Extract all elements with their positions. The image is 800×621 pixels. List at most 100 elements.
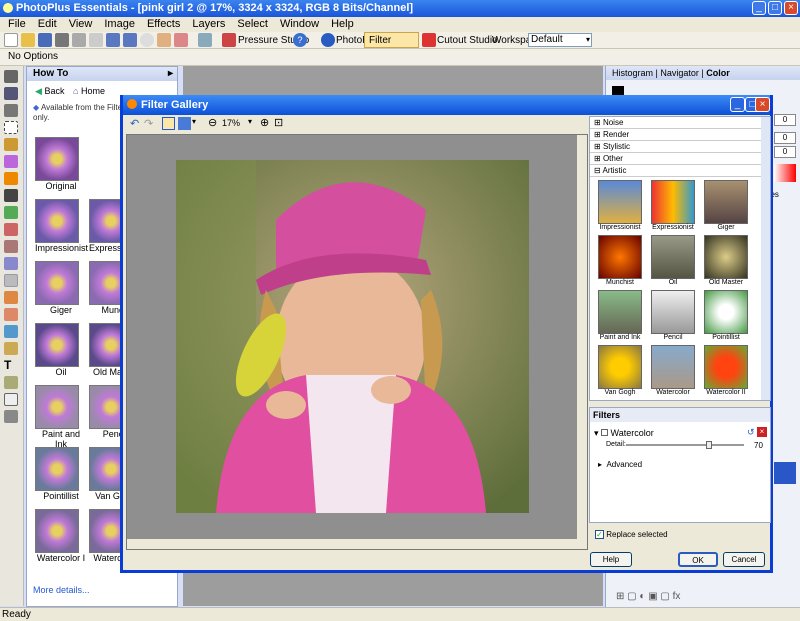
category-render[interactable]: ⊞ Render [590, 129, 770, 141]
detail-slider-thumb[interactable] [705, 441, 712, 449]
filter-thumb-old-master[interactable]: Old Master [700, 235, 752, 286]
new-icon[interactable] [4, 33, 18, 47]
filter-gallery-button[interactable]: Filter Gallery [364, 32, 419, 61]
howto-thumb[interactable]: Giger [35, 261, 87, 315]
photofix-icon[interactable] [321, 33, 335, 47]
replace-selected-checkbox[interactable]: ✓ Replace selected [595, 530, 668, 539]
save-icon[interactable] [38, 33, 52, 47]
magic-wand-icon[interactable] [4, 155, 18, 168]
eraser-icon[interactable] [174, 33, 188, 47]
howto-thumb[interactable]: Paint and Ink [35, 385, 87, 449]
rectangle-tool-icon[interactable] [4, 393, 18, 406]
help-icon[interactable]: ? [293, 33, 307, 47]
zoom-fit-icon[interactable]: ⊡ [274, 116, 283, 129]
howto-thumb[interactable]: Original [35, 137, 87, 191]
hand-icon[interactable] [157, 33, 171, 47]
cutout-icon[interactable] [422, 33, 436, 47]
zoom-level[interactable]: 17% [222, 118, 240, 128]
brush-tool-icon[interactable] [4, 172, 18, 185]
filter-list-scrollbar[interactable] [761, 117, 770, 400]
fill-tool-icon[interactable] [4, 308, 18, 321]
panel-arrow-icon[interactable]: ▸ [168, 67, 173, 81]
blur-tool-icon[interactable] [4, 257, 18, 270]
clone-tool-icon[interactable] [4, 206, 18, 219]
crop-tool-icon[interactable] [4, 87, 18, 100]
filter-thumb-watercolor[interactable]: Watercolor [647, 345, 699, 396]
layer-selected[interactable] [774, 462, 796, 484]
transform-tool-icon[interactable] [4, 104, 18, 117]
pressure-icon[interactable] [222, 33, 236, 47]
category-artistic[interactable]: ⊟ Artistic [590, 165, 770, 177]
smudge-tool-icon[interactable] [4, 291, 18, 304]
color-value-b[interactable]: 0 [774, 146, 796, 158]
color-value-g[interactable]: 0 [774, 132, 796, 144]
menu-window[interactable]: Window [280, 18, 319, 30]
dialog-minimize-button[interactable]: _ [730, 97, 745, 112]
filter-thumb-pencil[interactable]: Pencil [647, 290, 699, 341]
eraser-tool-icon[interactable] [4, 240, 18, 253]
move-tool-icon[interactable] [4, 70, 18, 83]
howto-thumb[interactable]: Watercolor I [35, 509, 87, 563]
node-tool-icon[interactable] [4, 376, 18, 389]
filter-thumb-van-gogh[interactable]: Van Gogh [594, 345, 646, 396]
home-button[interactable]: ⌂ Home [73, 86, 105, 96]
help-button[interactable]: Help [590, 552, 632, 567]
color-value-r[interactable]: 0 [774, 114, 796, 126]
ok-button[interactable]: OK [678, 552, 718, 567]
menu-image[interactable]: Image [104, 18, 135, 30]
delete-filter-icon[interactable]: × [757, 427, 767, 437]
pen-tool-icon[interactable] [4, 342, 18, 355]
pointer-tool-icon[interactable] [4, 410, 18, 423]
redo-icon[interactable] [123, 33, 137, 47]
zoom-in-icon[interactable]: ⊕ [260, 116, 269, 129]
redo-icon[interactable]: ↷ [144, 117, 153, 130]
print-icon[interactable] [55, 33, 69, 47]
undo-icon[interactable]: ↶ [130, 117, 139, 130]
applied-filter-row[interactable]: ▾ Watercolor [594, 428, 654, 439]
filter-thumb-watercolor-ii[interactable]: Watercolor II [700, 345, 752, 396]
menu-edit[interactable]: Edit [38, 18, 57, 30]
cancel-button[interactable]: Cancel [723, 552, 765, 567]
cut-icon[interactable] [72, 33, 86, 47]
open-icon[interactable] [21, 33, 35, 47]
filter-thumb-oil[interactable]: Oil [647, 235, 699, 286]
chevron-down-icon[interactable]: ▾ [192, 117, 196, 126]
menu-help[interactable]: Help [331, 18, 354, 30]
text-tool-icon[interactable]: T [4, 359, 18, 372]
maximize-button[interactable]: □ [768, 1, 782, 15]
category-noise[interactable]: ⊞ Noise [590, 117, 770, 129]
menu-file[interactable]: File [8, 18, 26, 30]
howto-thumb[interactable]: Oil [35, 323, 87, 377]
filter-thumb-paint-and-ink[interactable]: Paint and Ink [594, 290, 646, 341]
dropper-tool-icon[interactable] [4, 189, 18, 202]
menu-layers[interactable]: Layers [192, 18, 225, 30]
dialog-close-button[interactable]: × [755, 97, 770, 112]
red-eye-icon[interactable] [4, 223, 18, 236]
close-button[interactable]: × [784, 1, 798, 15]
color-slider[interactable] [774, 164, 796, 182]
category-stylistic[interactable]: ⊞ Stylistic [590, 141, 770, 153]
menu-effects[interactable]: Effects [147, 18, 180, 30]
tab-histogram[interactable]: Histogram [612, 68, 653, 78]
reset-icon[interactable]: ↺ [747, 427, 755, 438]
filter-visible-checkbox[interactable] [601, 429, 609, 436]
filter-thumb-giger[interactable]: Giger [700, 180, 752, 231]
single-view-icon[interactable] [162, 117, 175, 130]
lasso-tool-icon[interactable] [4, 138, 18, 151]
more-details-link[interactable]: More details... [33, 585, 90, 595]
minimize-button[interactable]: _ [752, 1, 766, 15]
copy-icon[interactable] [89, 33, 103, 47]
workspace-select[interactable]: Default ▾ [528, 33, 592, 47]
back-button[interactable]: ◀ Back [35, 86, 64, 97]
filter-thumb-munchist[interactable]: Munchist [594, 235, 646, 286]
zoom-chevron-icon[interactable]: ▾ [248, 117, 252, 126]
category-other[interactable]: ⊞ Other [590, 153, 770, 165]
eye-tool-icon[interactable] [4, 274, 18, 287]
menu-select[interactable]: Select [237, 18, 268, 30]
zoom-icon[interactable] [140, 33, 154, 47]
detail-slider[interactable] [626, 441, 744, 449]
filter-thumb-impressionist[interactable]: Impressionist [594, 180, 646, 231]
filter-thumb-pointillist[interactable]: Pointillist [700, 290, 752, 341]
advanced-expander[interactable]: ▸ Advanced [598, 460, 642, 469]
preview-area[interactable] [126, 134, 588, 550]
